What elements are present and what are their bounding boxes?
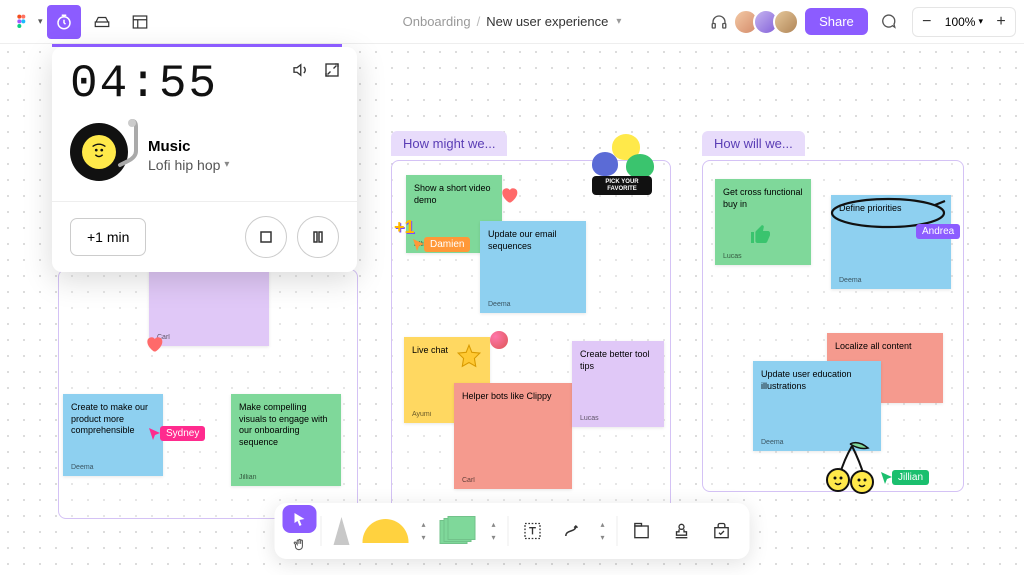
thumbs-up-sticker-icon[interactable] — [749, 223, 773, 252]
chevron-down-icon[interactable]: ▾ — [616, 16, 621, 27]
timer-music-row: Music Lofi hip hop ▾ — [52, 117, 357, 202]
section-frame[interactable]: How might we... Show a short video demo … — [391, 160, 671, 520]
text-tool-icon[interactable] — [513, 511, 553, 551]
section-label[interactable]: How will we... — [702, 131, 805, 156]
sticky-note[interactable]: Create better tool tips Lucas — [572, 341, 664, 427]
add-minute-button[interactable]: +1 min — [70, 218, 146, 256]
sticky-note[interactable]: Make compelling visuals to engage with o… — [231, 394, 341, 486]
breadcrumb-parent: Onboarding — [403, 14, 471, 29]
star-sticker-icon[interactable] — [456, 343, 482, 374]
widgets-tool-icon[interactable] — [702, 511, 742, 551]
sticky-note-tool-icon[interactable] — [434, 511, 484, 551]
pencil-tool-icon[interactable] — [326, 511, 358, 551]
chevron-down-icon[interactable]: ▾ — [38, 16, 43, 27]
timer-widget[interactable]: 04:55 Music Lofi hip hop ▾ +1 min — [52, 47, 357, 272]
sticky-note[interactable]: Update our email sequences Deema — [480, 221, 586, 313]
section-tool-icon[interactable] — [622, 511, 662, 551]
tool-submenu-icon[interactable]: ▴▾ — [484, 511, 504, 551]
share-button[interactable]: Share — [805, 8, 868, 35]
comment-icon[interactable] — [874, 8, 902, 36]
volume-icon[interactable] — [291, 61, 309, 84]
cherries-sticker-icon[interactable] — [824, 440, 880, 501]
section-label[interactable]: How might we... — [391, 131, 507, 156]
multiplayer-cursor: Sydney — [148, 426, 205, 441]
section-frame[interactable]: Carl Create to make our product more com… — [58, 269, 358, 519]
pause-button[interactable] — [297, 216, 339, 258]
plus-one-sticker-icon[interactable]: +1 — [394, 217, 415, 238]
stop-button[interactable] — [245, 216, 287, 258]
breadcrumb-separator: / — [477, 14, 481, 29]
music-track-selector[interactable]: Lofi hip hop ▾ — [148, 157, 229, 173]
timer-controls: +1 min — [52, 202, 357, 272]
timer-tool-icon[interactable] — [47, 5, 81, 39]
voting-tool-icon[interactable] — [85, 5, 119, 39]
sticky-note[interactable]: Get cross functional buy in Lucas — [715, 179, 811, 265]
tool-submenu-icon[interactable]: ▴▾ — [414, 511, 434, 551]
breadcrumb[interactable]: Onboarding / New user experience ▾ — [403, 14, 622, 29]
zoom-in-button[interactable]: + — [987, 8, 1015, 36]
heart-sticker-icon[interactable] — [498, 185, 520, 210]
breadcrumb-current: New user experience — [486, 14, 608, 29]
top-bar-left: ▾ — [8, 5, 157, 39]
stamp-tool-icon[interactable] — [662, 511, 702, 551]
multiplayer-cursor: Jillian — [880, 470, 929, 485]
hand-tool-icon[interactable] — [283, 533, 317, 557]
timer-progress-bar — [52, 44, 342, 47]
top-bar: ▾ Onboarding / New user experience ▾ Sha… — [0, 0, 1024, 44]
music-title: Music — [148, 138, 229, 155]
record-player-icon — [70, 123, 134, 187]
sticky-note[interactable]: Update user education illustrations Deem… — [753, 361, 881, 451]
heart-sticker-icon[interactable] — [143, 334, 165, 359]
dot-sticker-icon[interactable] — [490, 331, 508, 349]
multiplayer-cursor: Andrea — [918, 224, 960, 239]
sticky-note[interactable]: Helper bots like Clippy Carl — [454, 383, 572, 489]
zoom-controls: − 100%▾ + — [912, 7, 1016, 37]
figma-logo-icon[interactable] — [8, 8, 36, 36]
multiplayer-cursor: Damien — [412, 237, 470, 252]
collaborator-avatars[interactable] — [739, 9, 799, 35]
pick-favorite-sticker[interactable]: PICK YOUR FAVORITE — [588, 132, 660, 200]
sticky-note[interactable]: Carl — [149, 270, 269, 346]
audio-icon[interactable] — [705, 8, 733, 36]
zoom-value[interactable]: 100%▾ — [941, 15, 987, 29]
bottom-toolbar: ▴▾ ▴▾ ▴▾ — [275, 503, 750, 559]
top-bar-right: Share − 100%▾ + — [705, 7, 1016, 37]
connector-tool-icon[interactable] — [553, 511, 593, 551]
zoom-out-button[interactable]: − — [913, 8, 941, 36]
pointer-tool-icon[interactable] — [283, 505, 317, 533]
shape-tool-icon[interactable] — [358, 511, 414, 551]
timer-display: 04:55 — [52, 47, 357, 117]
avatar[interactable] — [773, 9, 799, 35]
layout-tool-icon[interactable] — [123, 5, 157, 39]
tool-submenu-icon[interactable]: ▴▾ — [593, 511, 613, 551]
expand-icon[interactable] — [323, 61, 341, 84]
